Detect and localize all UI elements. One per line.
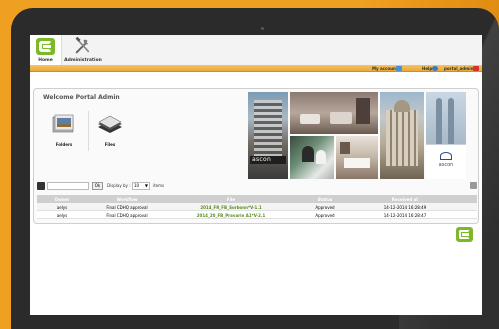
my-account-icon[interactable] [396,66,402,71]
tools-icon [75,37,90,54]
col-status[interactable]: Status [295,197,355,202]
table-row[interactable]: aelys Final CDHQ approval 2014_FR_FB_Sor… [37,203,477,211]
row-workflow: Final CDHQ approval [106,205,148,210]
help-icon[interactable] [432,66,438,71]
items-label: items [153,183,165,188]
user-bar: My account Help portal_admin [30,65,482,72]
display-count-value: 10 [134,183,140,188]
row-received: 14-12-2014 16:28:47 [383,213,427,218]
chevron-down-icon: ▼ [144,183,148,188]
logout-icon[interactable] [473,66,479,71]
camera-dot [261,27,264,30]
grid-settings-icon[interactable] [470,182,477,189]
files-label: Files [104,142,116,147]
tab-home[interactable]: Home [30,35,62,65]
row-owner: aelys [56,213,68,218]
bedroom-photo [336,136,378,179]
brand-emblem-icon [440,152,452,160]
home-logo-icon [36,38,55,55]
row-workflow: Final CDHQ approval [106,213,148,218]
welcome-panel: Welcome Portal Admin Folders Files ascon… [33,88,479,224]
tab-administration[interactable]: Administration [62,35,104,65]
row-received: 14-12-2014 16:28:49 [383,205,427,210]
help-link[interactable]: Help [422,66,432,71]
twin-towers-photo: ascon [426,92,466,179]
historic-building-photo [380,92,424,179]
folders-tile[interactable]: Folders [46,113,82,147]
row-file-link[interactable]: 2014_FR_FB_Sorbonn*V-1.1 [167,205,295,210]
folders-icon [52,114,74,133]
hotel-exterior-photo: ascon [248,92,288,179]
guests-photo [290,136,334,179]
col-workflow[interactable]: Workflow [87,197,167,202]
row-file-link[interactable]: 2014_20_FB_Pravarin A1*V-2.1 [167,213,295,218]
folders-label: Folders [55,142,73,147]
table-header: Owner Workflow File Status Received at [37,195,477,203]
row-status: Approved [315,213,335,218]
tab-administration-label: Administration [64,58,102,63]
col-owner[interactable]: Owner [37,197,87,202]
files-icon [98,115,122,133]
brand-sign: ascon [252,156,272,163]
hotel-lobby-photo [290,92,378,134]
app-screen: Home Administration My account Help port… [30,35,482,315]
ok-button[interactable]: Ok [92,182,103,190]
display-by-label: Display by : [107,183,131,188]
welcome-heading: Welcome Portal Admin [43,94,120,101]
col-received[interactable]: Received at [355,197,455,202]
list-toolbar: Ok Display by : 10 ▼ items [37,182,477,191]
search-input[interactable] [47,182,89,190]
hotel-photo-collage: ascon ascon [248,92,466,179]
display-count-select[interactable]: 10 ▼ [132,182,150,190]
top-navbar: Home Administration [30,35,482,65]
brand-caption: ascon [438,162,454,168]
image-icon [37,182,45,190]
files-tile[interactable]: Files [92,113,128,147]
footer-logo-icon [456,227,473,242]
my-account-link[interactable]: My account [372,66,398,71]
user-name: portal_admin [444,66,474,71]
col-file[interactable]: File [167,197,295,202]
tab-home-label: Home [38,58,53,63]
row-owner: aelys [56,205,68,210]
tile-divider [88,111,89,151]
table-row[interactable]: aelys Final CDHQ approval 2014_20_FB_Pra… [37,211,477,219]
row-status: Approved [315,205,335,210]
